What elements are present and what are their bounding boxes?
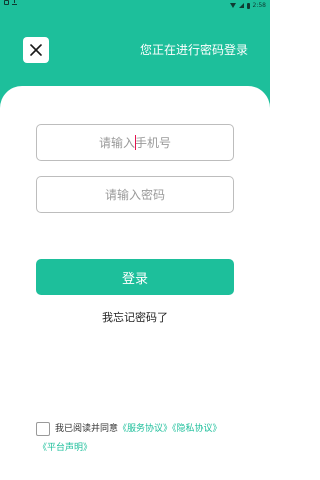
forgot-password-link[interactable]: 我忘记密码了 [0, 310, 270, 326]
status-bar: 2:58 [0, 0, 270, 11]
agreement-checkbox[interactable] [36, 422, 50, 436]
battery-icon [246, 2, 250, 9]
close-icon [30, 44, 42, 56]
text-caret [135, 135, 136, 150]
service-agreement-link[interactable]: 《服务协议》 [118, 424, 172, 434]
agreement-text-line2: 《平台声明》 [38, 441, 92, 455]
privacy-agreement-link[interactable]: 《隐私协议》 [172, 424, 222, 434]
password-input[interactable] [36, 176, 234, 213]
agreement-prefix: 我已阅读并同意 [55, 424, 119, 434]
download-icon [12, 0, 17, 5]
login-card: 登录 我忘记密码了 我已阅读并同意《服务协议》《隐私协议》 《平台声明》 [0, 86, 270, 480]
sim-icon [4, 0, 9, 5]
signal-icon [238, 3, 244, 8]
status-time: 2:58 [252, 2, 266, 9]
status-left [4, 0, 17, 5]
wifi-icon [229, 3, 236, 8]
status-right: 2:58 [229, 0, 266, 11]
login-screen: 2:58 您正在进行密码登录 登录 我忘记密码了 我已阅读并同意《服务协议》《隐… [0, 0, 270, 480]
agreement-text: 我已阅读并同意《服务协议》《隐私协议》 [55, 422, 222, 436]
login-button[interactable]: 登录 [36, 259, 234, 295]
close-button[interactable] [23, 37, 49, 63]
page-title: 您正在进行密码登录 [139, 43, 248, 57]
platform-statement-link[interactable]: 《平台声明》 [38, 443, 92, 453]
